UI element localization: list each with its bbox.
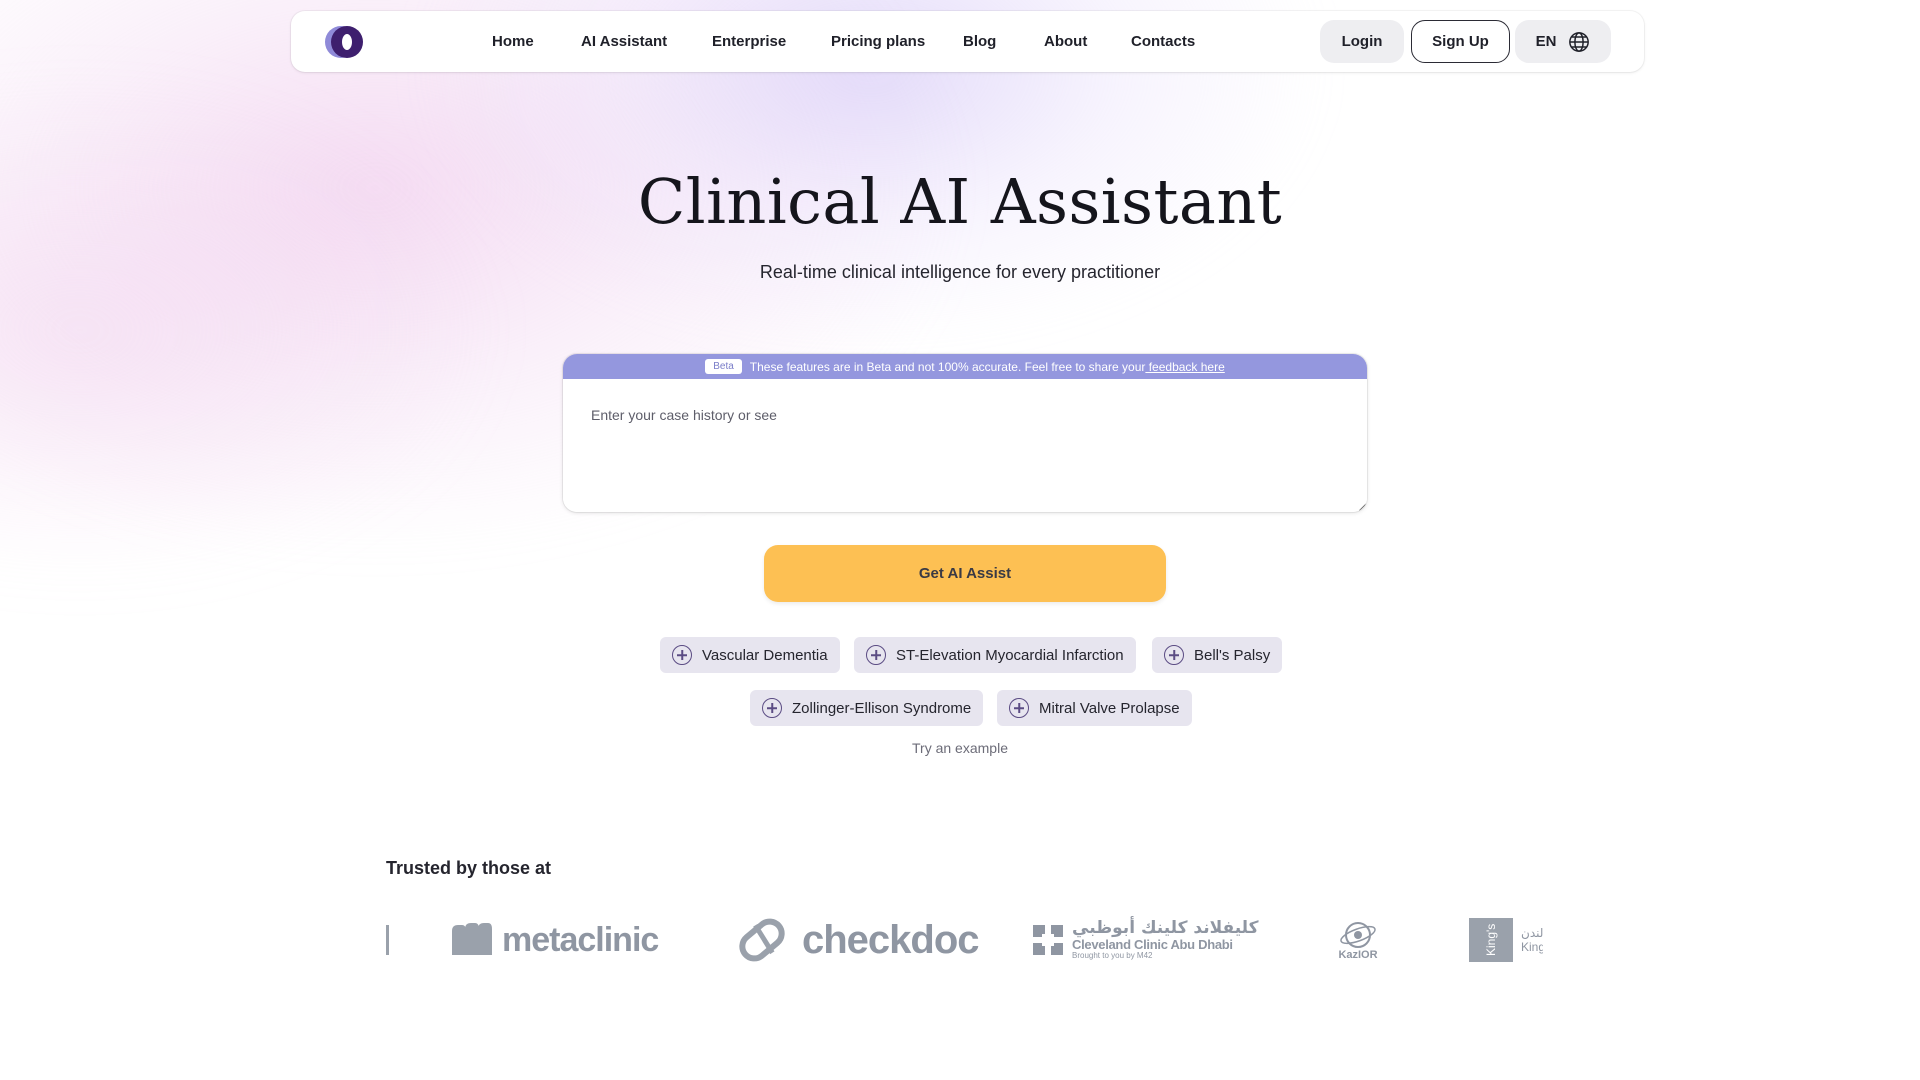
nav-ai-assistant[interactable]: AI Assistant: [581, 11, 667, 72]
globe-icon: [1569, 31, 1590, 52]
metaclinic-mark-icon: [452, 923, 492, 955]
case-input-card: Beta These features are in Beta and not …: [563, 354, 1367, 512]
signup-button[interactable]: Sign Up: [1411, 20, 1510, 63]
page-subtitle: Real-time clinical intelligence for ever…: [759, 262, 1161, 282]
language-selector[interactable]: EN: [1515, 20, 1611, 63]
plus-circle-icon: [762, 698, 782, 718]
nav-contacts[interactable]: Contacts: [1131, 11, 1195, 72]
kings-college-logo: King's لندن King: [1469, 905, 1543, 975]
partial-logo: [386, 925, 389, 955]
beta-notice-bar: Beta These features are in Beta and not …: [563, 354, 1367, 379]
example-chip-mitral-valve-prolapse[interactable]: Mitral Valve Prolapse: [997, 690, 1192, 726]
feedback-link[interactable]: feedback here: [1145, 360, 1225, 374]
metaclinic-logo: metaclinic: [450, 905, 659, 975]
login-button[interactable]: Login: [1320, 20, 1404, 63]
kings-mark: King's: [1469, 918, 1513, 962]
example-chip-vascular-dementia[interactable]: Vascular Dementia: [660, 637, 840, 673]
beta-badge: Beta: [705, 359, 742, 374]
nav-pricing-plans[interactable]: Pricing plans: [831, 11, 925, 72]
kazior-mark-icon: [1340, 922, 1376, 948]
cleveland-clinic-logo: كليفلاند كلينك أبوظبي Cleveland Clinic A…: [1032, 905, 1259, 975]
case-history-input[interactable]: [563, 379, 1367, 512]
get-ai-assist-button[interactable]: Get AI Assist: [764, 545, 1166, 602]
example-chip-bells-palsy[interactable]: Bell's Palsy: [1152, 637, 1283, 673]
plus-circle-icon: [1009, 698, 1029, 718]
plus-circle-icon: [672, 645, 692, 665]
example-chip-zollinger-ellison[interactable]: Zollinger-Ellison Syndrome: [750, 690, 984, 726]
plus-circle-icon: [866, 645, 886, 665]
trusted-by-title: Trusted by those at: [386, 858, 552, 878]
nav-blog[interactable]: Blog: [963, 11, 996, 72]
beta-notice-text: These features are in Beta and not 100% …: [749, 359, 1225, 374]
example-chip-stemi[interactable]: ST-Elevation Myocardial Infarction: [854, 637, 1136, 673]
page-title: Clinical AI Assistant: [637, 165, 1283, 238]
try-example-caption: Try an example: [912, 740, 1008, 756]
plus-circle-icon: [1164, 645, 1184, 665]
language-code: EN: [1535, 33, 1557, 50]
checkdoc-mark-icon: [739, 918, 785, 962]
partner-logos-carousel: metaclinic checkdoc كليفلاند كلينك أبوظب…: [386, 905, 1543, 975]
nav-enterprise[interactable]: Enterprise: [712, 11, 786, 72]
kazior-logo: KazIOR: [1336, 905, 1380, 975]
nav-home[interactable]: Home: [492, 11, 534, 72]
cleveland-mark-icon: [1033, 925, 1063, 955]
checkdoc-logo: checkdoc: [734, 905, 980, 975]
top-navbar: Home AI Assistant Enterprise Pricing pla…: [291, 11, 1644, 72]
nav-about[interactable]: About: [1044, 11, 1087, 72]
